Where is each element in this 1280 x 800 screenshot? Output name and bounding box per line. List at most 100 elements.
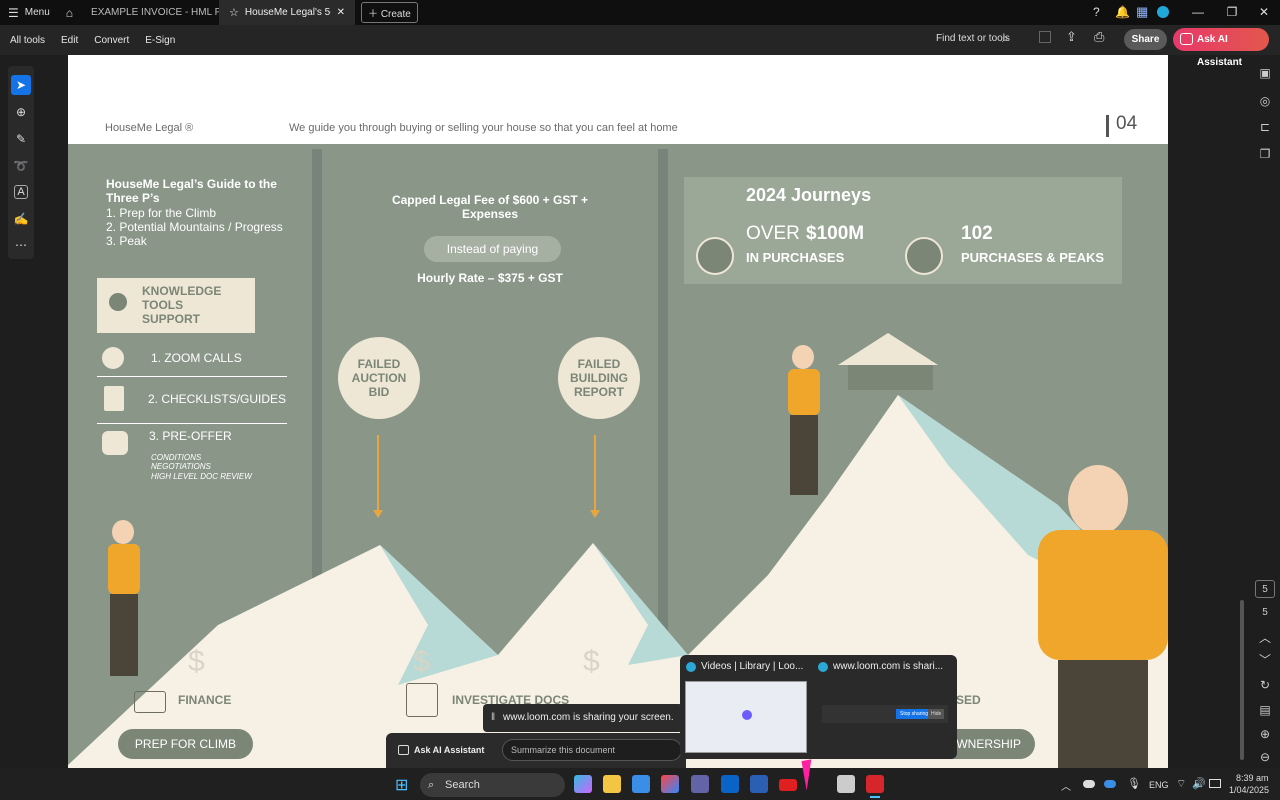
hiker-head	[1068, 465, 1128, 535]
summarize-input[interactable]: Summarize this document	[502, 739, 682, 761]
zoom-in-icon[interactable]: ⊕	[1256, 725, 1274, 743]
search-icon[interactable]: ⌕	[1002, 31, 1009, 46]
taskbar-preview: Videos | Library | Loo... www.loom.com i…	[680, 655, 957, 759]
windows-start-icon[interactable]: ⊞	[395, 775, 408, 795]
share-button[interactable]: Share	[1124, 29, 1167, 50]
restore-button[interactable]: ❐	[1215, 0, 1249, 25]
page-header: HouseMe Legal ® We guide you through buy…	[68, 55, 1168, 144]
doc-info-icon[interactable]: ▤	[1256, 701, 1274, 719]
youtube-icon[interactable]	[779, 779, 797, 791]
hiker-left	[98, 520, 148, 685]
store-icon[interactable]	[632, 775, 650, 793]
wifi-icon[interactable]: ⌔	[1176, 777, 1186, 791]
refresh-icon[interactable]: ↻	[1256, 676, 1274, 694]
apps-icon[interactable]: ▦	[1136, 4, 1148, 20]
app-icon[interactable]	[837, 775, 855, 793]
sign-tool-icon[interactable]: ✍	[11, 209, 31, 229]
help-icon[interactable]: ?	[1093, 5, 1100, 19]
ai-bar-icon	[398, 745, 409, 755]
avatar[interactable]	[1157, 6, 1169, 18]
over-label: OVER	[746, 223, 800, 244]
page-down-icon[interactable]: ﹀	[1256, 651, 1274, 669]
ai-icon	[1180, 33, 1193, 45]
tray-chevron-icon[interactable]: ︿	[1061, 778, 1071, 793]
dollar-icon: $	[583, 645, 600, 678]
hourly-rate: Hourly Rate – $375 + GST	[417, 271, 563, 285]
save-icon[interactable]	[1039, 31, 1051, 43]
ask-ai-button[interactable]: Ask AI Assistant	[1173, 28, 1269, 68]
thumb-preview[interactable]	[685, 681, 807, 753]
more-tools-icon[interactable]: ⋯	[11, 235, 31, 255]
in-purchases: IN PURCHASES	[746, 250, 845, 265]
pages-icon[interactable]: ❐	[1256, 145, 1274, 163]
bell-icon[interactable]: 🔔	[1115, 5, 1130, 19]
close-window-button[interactable]: ✕	[1247, 0, 1280, 25]
onedrive-icon[interactable]	[1104, 780, 1116, 788]
menu-button[interactable]: ☰ Menu	[0, 0, 58, 25]
language-indicator[interactable]: ENG	[1149, 780, 1169, 790]
teams-icon[interactable]	[691, 775, 709, 793]
acrobat-icon[interactable]	[866, 775, 884, 793]
left-tool-rail: ➤ ⊕ ✎ ➰ A ✍ ⋯	[8, 66, 34, 259]
all-tools-menu[interactable]: All tools	[0, 35, 53, 46]
comment-panel-icon[interactable]: ▣	[1256, 64, 1274, 82]
find-tools-input[interactable]: Find text or tools	[936, 33, 1010, 44]
page-current[interactable]: 5	[1255, 580, 1275, 598]
tab-label: EXAMPLE INVOICE - HML PRICI...	[91, 7, 220, 18]
hiker-legs	[1058, 660, 1148, 768]
esign-menu[interactable]: E-Sign	[137, 35, 183, 46]
cash-icon	[134, 691, 166, 713]
minimize-button[interactable]: —	[1181, 0, 1215, 25]
tab-guide[interactable]: ☆ HouseMe Legal's 5-Step... ✕	[219, 0, 356, 25]
pause-icon[interactable]: ‖	[491, 704, 495, 732]
guide-step: 3. Peak	[106, 234, 147, 248]
outlook-icon[interactable]	[721, 775, 739, 793]
zoom-tool-icon[interactable]: ⊕	[11, 102, 31, 122]
title-bar: ☰ Menu ⌂ EXAMPLE INVOICE - HML PRICI... …	[0, 0, 1280, 25]
home-icon[interactable]: ⌂	[58, 6, 81, 20]
stop-sharing-button[interactable]: Stop sharing	[896, 709, 933, 719]
kts-line: TOOLS	[142, 298, 184, 312]
print-icon[interactable]: ⎙	[1094, 29, 1104, 45]
lasso-tool-icon[interactable]: ➰	[11, 156, 31, 176]
create-button[interactable]: ＋ Create	[361, 2, 418, 23]
hide-button[interactable]: Hide	[928, 709, 945, 719]
document-viewport[interactable]: HouseMe Legal ® We guide you through buy…	[68, 55, 1168, 768]
tab-invoice[interactable]: EXAMPLE INVOICE - HML PRICI...	[81, 0, 219, 25]
select-tool-icon[interactable]: ➤	[11, 75, 31, 95]
close-tab-icon[interactable]: ✕	[337, 7, 345, 18]
hiker-body	[788, 369, 820, 415]
m365-icon[interactable]	[661, 775, 679, 793]
battery-icon[interactable]	[1209, 779, 1221, 788]
word-icon[interactable]	[750, 775, 768, 793]
upload-icon[interactable]: ⇪	[1066, 29, 1077, 45]
pen-tool-icon[interactable]: ✎	[11, 129, 31, 149]
clock-date[interactable]: 1/04/2025	[1229, 785, 1269, 795]
convert-menu[interactable]: Convert	[86, 35, 137, 46]
zoom-out-icon[interactable]: ⊖	[1256, 748, 1274, 766]
volume-icon[interactable]: 🔊	[1192, 777, 1206, 790]
bookmark-icon[interactable]: ⊏	[1256, 118, 1274, 136]
file-explorer-icon[interactable]	[603, 775, 621, 793]
text-tool-icon[interactable]: A	[14, 185, 28, 199]
used-label-partial: SED	[956, 693, 981, 707]
page-up-icon[interactable]: ︿	[1256, 629, 1274, 647]
thumb-preview[interactable]: Stop sharing Hide	[822, 705, 948, 723]
lightbulb-icon	[109, 293, 127, 311]
clock-time[interactable]: 8:39 am	[1236, 773, 1269, 783]
hamburger-icon: ☰	[8, 5, 19, 20]
amount: $100M	[806, 223, 865, 244]
cloud-icon[interactable]	[1083, 780, 1095, 788]
hiker-body	[1038, 530, 1168, 660]
copilot-icon[interactable]	[574, 775, 592, 793]
edit-menu[interactable]: Edit	[53, 35, 86, 46]
scrollbar-thumb[interactable]	[1240, 600, 1244, 760]
ai-bar-label[interactable]: Ask AI Assistant	[414, 745, 484, 755]
edge-icon	[686, 662, 696, 672]
house-roof	[838, 333, 938, 365]
taskbar-search[interactable]: ⌕ Search	[420, 773, 565, 797]
ai-panel-icon[interactable]: ◎	[1256, 92, 1274, 110]
search-icon: ⌕	[428, 779, 435, 791]
brand-name: HouseMe Legal ®	[105, 122, 194, 134]
microphone-icon[interactable]: 🎙	[1127, 777, 1141, 790]
